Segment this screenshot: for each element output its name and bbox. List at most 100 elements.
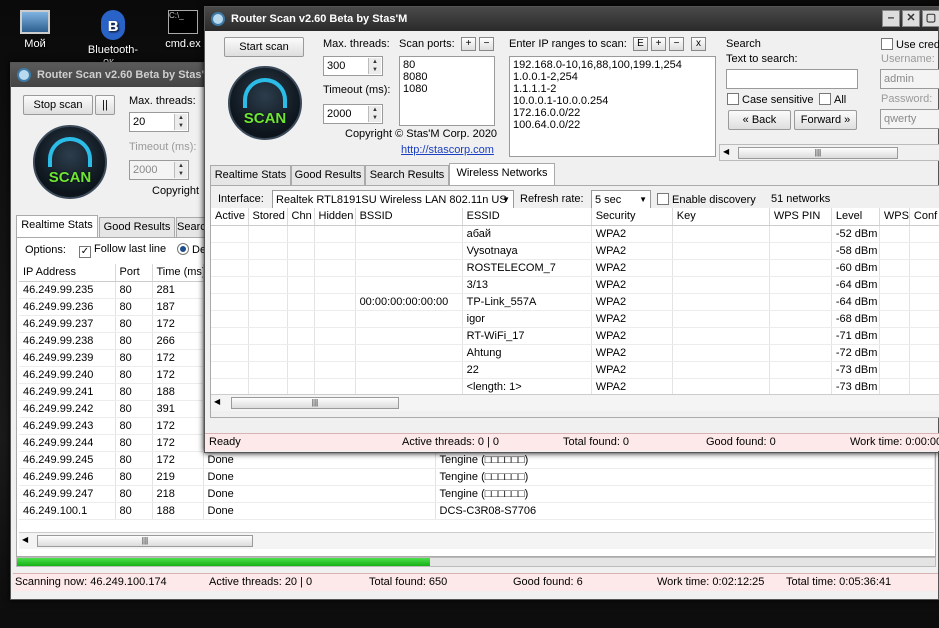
scroll-left-icon[interactable]: ◀ [723, 147, 729, 156]
desktop-icon-cmd[interactable]: C:\_ cmd.ex [158, 6, 208, 50]
follow-last-line-checkbox[interactable]: ✓ Follow last line [79, 243, 166, 258]
max-threads-input[interactable]: 20 ▲ ▼ [129, 112, 189, 132]
column-header-level[interactable]: Level [831, 208, 880, 226]
tab-wireless-networks[interactable]: Wireless Networks [449, 163, 555, 185]
scroll-left-icon[interactable]: ◀ [214, 397, 220, 406]
column-header-time[interactable]: Time (ms) [152, 264, 204, 282]
minimize-icon[interactable]: – [882, 10, 900, 27]
edit-range-icon[interactable]: E [633, 37, 648, 51]
desktop-icon-my-computer[interactable]: Мой [0, 6, 70, 50]
search-input[interactable] [726, 69, 858, 89]
cell-security: WPA2 [591, 378, 673, 396]
tab-search[interactable]: Search [176, 217, 212, 237]
column-header-conf[interactable]: Conf [909, 208, 939, 226]
back-horizontal-scrollbar[interactable]: ◀ ||| [19, 532, 934, 549]
scrollbar-thumb[interactable]: ||| [231, 397, 399, 409]
stop-scan-button[interactable]: Stop scan [23, 95, 93, 115]
table-row[interactable]: 46.249.100.1 80 188 Done DCS-C3R08-S7706 [19, 502, 935, 520]
desktop-icon-bluetooth[interactable]: ʙ Bluetooth-ок... [78, 6, 148, 68]
main-window[interactable]: Router Scan v2.60 Beta by Stas'M – ✕ ▢ S… [204, 6, 939, 453]
enable-discovery-checkbox[interactable]: Enable discovery [657, 193, 756, 206]
start-scan-button[interactable]: Start scan [224, 37, 304, 57]
column-header-security[interactable]: Security [591, 208, 673, 226]
column-header-port[interactable]: Port [115, 264, 153, 282]
add-port-icon[interactable]: + [461, 37, 476, 51]
column-header-active[interactable]: Active [211, 208, 249, 226]
case-sensitive-checkbox[interactable]: Case sensitive [727, 93, 814, 106]
password-input[interactable]: qwerty [880, 109, 939, 129]
tab-good-results[interactable]: Good Results [99, 217, 175, 237]
column-header-wps-pin[interactable]: WPS PIN [769, 208, 832, 226]
cell-empty [287, 293, 315, 311]
column-header-stored[interactable]: Stored [248, 208, 288, 226]
table-row[interactable]: <length: 1> WPA2 -73 dBm [211, 378, 939, 396]
use-credentials-checkbox[interactable]: Use credentials [881, 38, 939, 51]
ip-ranges-list[interactable]: 192.168.0-10,16,88,100,199.1,254 1.0.0.1… [509, 56, 716, 157]
table-row[interactable]: igor WPA2 -68 dBm [211, 310, 939, 328]
column-header-chn[interactable]: Chn [287, 208, 315, 226]
username-input[interactable]: admin [880, 69, 939, 89]
table-row[interactable]: Vysotnaya WPA2 -58 dBm [211, 242, 939, 260]
table-row[interactable]: 46.249.99.246 80 219 Done Tengine (□□□□□□) [19, 468, 935, 486]
cell-bssid [355, 344, 463, 362]
column-header-ip[interactable]: IP Address [19, 264, 116, 282]
column-header-essid[interactable]: ESSID [462, 208, 592, 226]
column-header-wps[interactable]: WPS [879, 208, 910, 226]
spinner-icon[interactable]: ▲ ▼ [368, 58, 381, 74]
column-header-bssid[interactable]: BSSID [355, 208, 463, 226]
refresh-rate-select[interactable]: 5 sec ▼ [591, 190, 651, 210]
timeout-input[interactable]: 2000 ▲ ▼ [323, 104, 383, 124]
wireless-horizontal-scrollbar[interactable]: ◀ ||| [211, 394, 939, 411]
all-checkbox[interactable]: All [819, 93, 846, 106]
tab-realtime-stats[interactable]: Realtime Stats [16, 215, 98, 237]
tab-realtime-stats[interactable]: Realtime Stats [210, 165, 291, 185]
maximize-icon[interactable]: ✕ [902, 10, 920, 27]
table-row[interactable]: 22 WPA2 -73 dBm [211, 361, 939, 379]
spinner-icon[interactable]: ▲ ▼ [368, 106, 381, 122]
table-row[interactable]: RT-WiFi_17 WPA2 -71 dBm [211, 327, 939, 345]
search-scrollbar[interactable]: ◀ ||| [719, 144, 939, 161]
timeout-input[interactable]: 2000 ▲ ▼ [129, 160, 189, 180]
table-row[interactable]: 46.249.99.245 80 172 Done Tengine (□□□□□□) [19, 451, 935, 469]
main-window-titlebar[interactable]: Router Scan v2.60 Beta by Stas'M – ✕ ▢ [205, 7, 939, 31]
remove-port-icon[interactable]: − [479, 37, 494, 51]
table-row[interactable]: 46.249.99.247 80 218 Done Tengine (□□□□□□) [19, 485, 935, 503]
scrollbar-thumb[interactable]: ||| [37, 535, 253, 547]
cell-essid: 3/13 [462, 276, 592, 294]
close-icon[interactable]: ▢ [922, 10, 939, 27]
max-threads-input[interactable]: 300 ▲ ▼ [323, 56, 383, 76]
cell-ip: 46.249.99.241 [19, 383, 116, 401]
pause-button[interactable]: || [95, 95, 115, 115]
cell-empty [211, 378, 249, 396]
cell-ip: 46.249.99.245 [19, 451, 116, 469]
clear-ranges-icon[interactable]: x [691, 37, 706, 51]
display-radio[interactable]: De [177, 243, 206, 256]
cell-level: -73 dBm [831, 361, 880, 379]
ports-list[interactable]: 80 8080 1080 [399, 56, 495, 126]
add-range-icon[interactable]: + [651, 37, 666, 51]
table-row[interactable]: абай WPA2 -52 dBm [211, 225, 939, 243]
column-header-hidden[interactable]: Hidden [314, 208, 356, 226]
total-found-text: Total found: 650 [369, 576, 448, 588]
scrollbar-thumb[interactable]: ||| [738, 147, 898, 159]
search-back-button[interactable]: « Back [728, 110, 791, 130]
cell-empty [672, 242, 770, 260]
tab-search-results[interactable]: Search Results [365, 165, 449, 185]
interface-select[interactable]: Realtek RTL8191SU Wireless LAN 802.11n U… [272, 190, 514, 210]
table-row[interactable]: Ahtung WPA2 -72 dBm [211, 344, 939, 362]
cell-time: 172 [152, 434, 204, 452]
remove-range-icon[interactable]: − [669, 37, 684, 51]
table-row[interactable]: 00:00:00:00:00:00 TP-Link_557A WPA2 -64 dBm [211, 293, 939, 311]
table-row[interactable]: ROSTELECOM_7 WPA2 -60 dBm [211, 259, 939, 277]
scroll-left-icon[interactable]: ◀ [22, 535, 28, 544]
cell-port: 80 [115, 383, 153, 401]
spinner-icon[interactable]: ▲ ▼ [174, 114, 187, 130]
table-row[interactable]: 3/13 WPA2 -64 dBm [211, 276, 939, 294]
search-forward-button[interactable]: Forward » [794, 110, 857, 130]
cell-ip: 46.249.99.243 [19, 417, 116, 435]
tab-good-results[interactable]: Good Results [291, 165, 365, 185]
radio-icon [177, 243, 189, 255]
column-header-key[interactable]: Key [672, 208, 770, 226]
spinner-icon[interactable]: ▲ ▼ [174, 162, 187, 178]
website-link[interactable]: http://stascorp.com [401, 144, 494, 156]
